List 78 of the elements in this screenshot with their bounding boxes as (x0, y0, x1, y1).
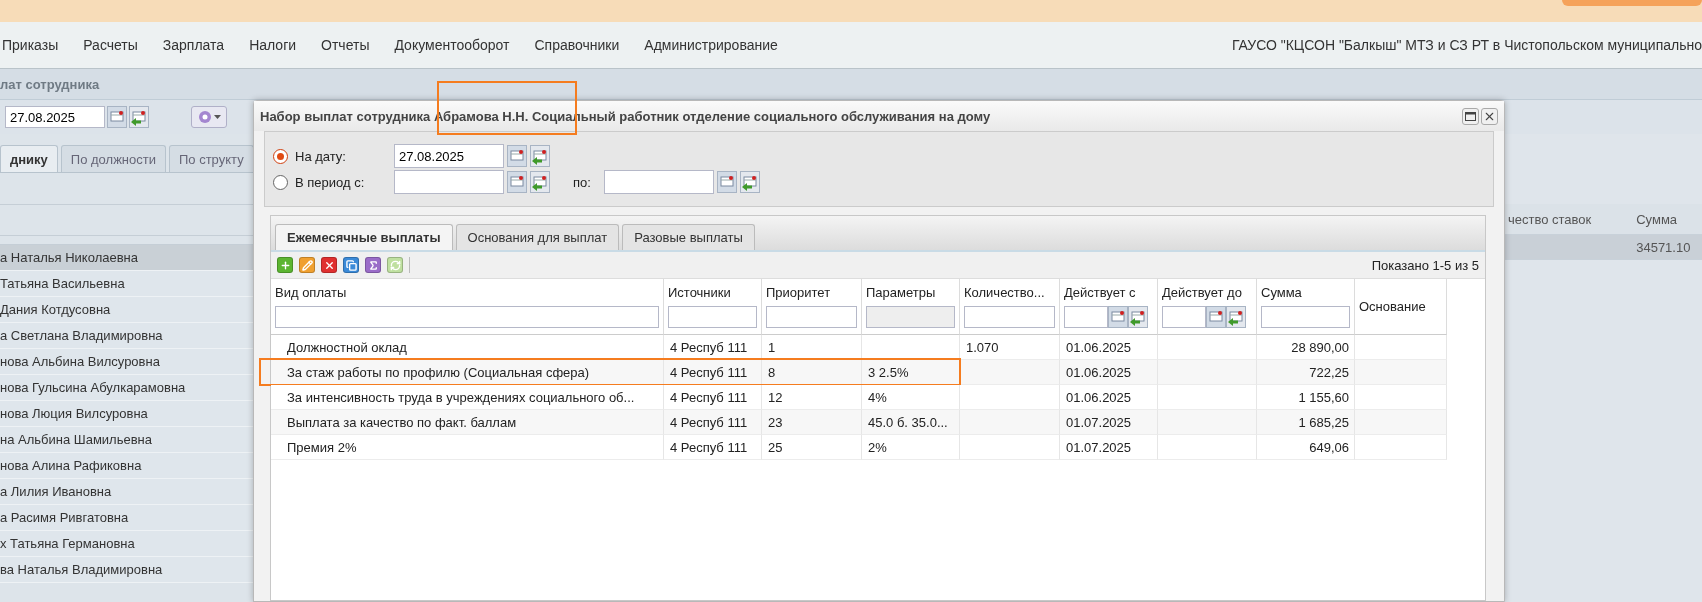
column-header: чество ставок (1507, 211, 1593, 227)
field-label: В период с: (294, 174, 366, 190)
menu-item[interactable]: Приказы (2, 37, 59, 53)
date-field[interactable] (394, 170, 504, 194)
filter-field[interactable] (964, 306, 1055, 328)
filter-field[interactable] (668, 306, 757, 328)
column-header: Сумма (1261, 285, 1303, 300)
tab[interactable]: Разовые выплаты (622, 224, 755, 250)
table-cell: 01.07.2025 (1060, 435, 1158, 460)
employee-row[interactable]: а Наталья Николаевна (0, 245, 253, 271)
pencil-button[interactable] (299, 257, 315, 273)
copy-button[interactable] (343, 257, 359, 273)
filter-field[interactable] (1064, 306, 1108, 328)
filter-field[interactable] (766, 306, 857, 328)
menu-item[interactable]: Налоги (249, 37, 297, 53)
gear-icon (197, 110, 212, 124)
table-cell-text: 34571.10 (1635, 239, 1692, 255)
column-header: Количество... (964, 285, 1046, 300)
radio-button[interactable] (273, 148, 288, 164)
column-header: Параметры (866, 285, 937, 300)
calendar-icon[interactable] (107, 106, 127, 128)
filter-field[interactable] (1261, 306, 1350, 328)
delete-button[interactable] (321, 257, 337, 273)
menu-item[interactable]: Зарплата (162, 37, 225, 53)
filter-field[interactable] (1162, 306, 1206, 328)
copy-icon (345, 259, 357, 271)
field-label: На дату: (294, 148, 347, 164)
delete-icon (323, 259, 335, 271)
maximize-icon (1465, 111, 1476, 121)
calendar-icon[interactable] (1206, 306, 1226, 328)
filter-field[interactable] (275, 306, 659, 328)
date-field[interactable] (603, 170, 714, 194)
tab[interactable]: Ежемесячные выплаты (275, 224, 453, 250)
column-header: Действует с (1064, 285, 1137, 300)
column-header: Вид оплаты (275, 285, 348, 300)
column-header: Сумма (1635, 211, 1679, 227)
column-header: Основание (1359, 299, 1427, 314)
table-cell: 2% (862, 435, 960, 460)
calendar-icon[interactable] (1108, 306, 1128, 328)
calendar-icon[interactable] (507, 171, 527, 193)
tab[interactable]: По должности (60, 145, 166, 172)
page-title: лат сотрудника (0, 76, 100, 92)
radio-button[interactable] (273, 174, 288, 190)
menu-item[interactable]: Справочники (534, 37, 620, 53)
tab[interactable]: днику (0, 145, 58, 172)
refresh-icon (389, 259, 401, 271)
menu-item[interactable]: Отчеты (321, 37, 370, 53)
pencil-icon (301, 259, 313, 271)
caret-icon (213, 115, 221, 119)
table-cell: Премия 2% (271, 435, 664, 460)
sum-button[interactable] (365, 257, 381, 273)
table-row[interactable]: Премия 2% 4 Респуб 111 25 2% 01.07.2025 649,06 (271, 435, 1447, 460)
paging-info: Показано 1-5 из 5 (1371, 257, 1479, 273)
settings-button[interactable] (191, 106, 227, 128)
table-cell: 25 (762, 435, 862, 460)
menu-item[interactable]: Расчеты (83, 37, 138, 53)
close-button[interactable] (1481, 107, 1498, 125)
add-button[interactable] (277, 257, 293, 273)
tab[interactable]: Основания для выплат (455, 224, 620, 250)
table-row[interactable]: Выплата за качество по факт. баллам 4 Респуб 111 23 45.0 б. 35.0... 01.07.2025 1 685,25 (271, 410, 1447, 435)
date-field[interactable]: 27.08.2025 (5, 106, 105, 128)
menu-item[interactable]: Администрирование (644, 37, 778, 53)
tab[interactable]: По структу (168, 145, 253, 172)
menu-item[interactable]: Документооборот (394, 37, 510, 53)
calendar-icon[interactable] (716, 171, 737, 193)
table-cell: 649,06 (1257, 435, 1355, 460)
calendar-icon[interactable] (507, 145, 527, 167)
column-header: Источники (668, 285, 732, 300)
field-label: по: (573, 174, 591, 190)
column-header: Приоритет (766, 285, 832, 300)
sum-icon (367, 259, 379, 271)
organization-name: ГАУСО "КЦСОН "Балкыш" МТЗ и СЗ РТ в Чистопольском муниципально (1230, 37, 1702, 53)
table-cell: 4 Респуб 111 (664, 435, 762, 460)
date-field[interactable]: 27.08.2025 (394, 144, 504, 168)
add-icon (279, 259, 291, 271)
table-row[interactable]: За интенсивность труда в учреждениях социального об... 4 Респуб 111 12 4% 01.06.2025 1 155,60 (271, 385, 1447, 410)
column-header: Действует до (1162, 285, 1243, 300)
maximize-button[interactable] (1462, 107, 1479, 125)
